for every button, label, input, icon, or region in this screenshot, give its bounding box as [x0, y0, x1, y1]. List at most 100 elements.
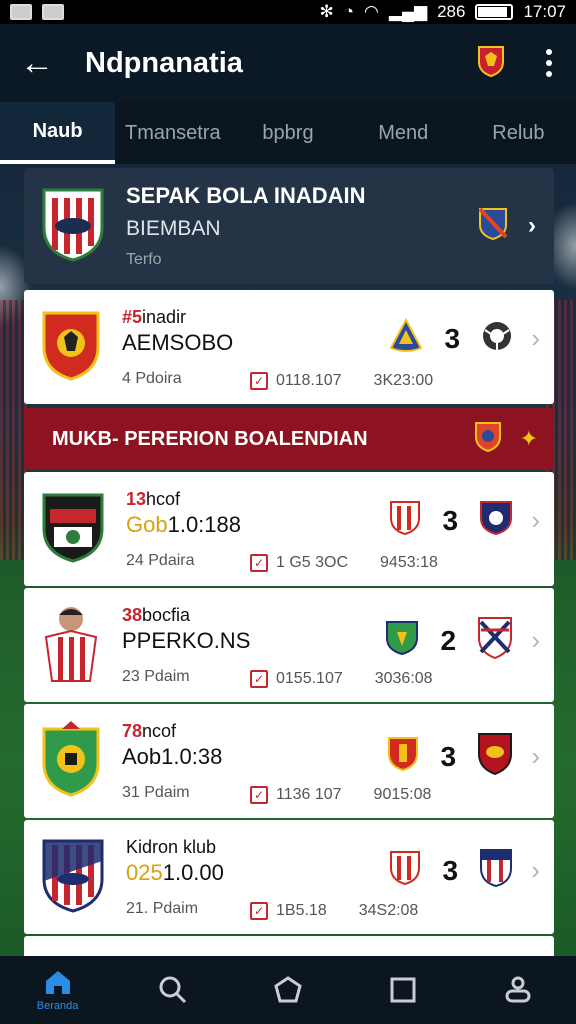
- league-season: Terfo: [126, 251, 162, 268]
- team-code: Gob: [126, 511, 168, 537]
- opponent-crest-icon: [389, 317, 423, 359]
- bluetooth-icon: ✻: [319, 2, 334, 21]
- team-stats: 1.0:188: [167, 511, 241, 537]
- tab-naub[interactable]: Naub: [0, 102, 116, 164]
- clock: 17:07: [523, 2, 566, 21]
- team-card[interactable]: [24, 936, 554, 956]
- nav-home-button[interactable]: [230, 956, 345, 1024]
- match-date: 0155.107: [276, 670, 343, 687]
- team-crest-icon: [40, 719, 102, 804]
- score: 3: [444, 322, 461, 354]
- standings-list[interactable]: SEPAK BOLA INADAIN BIEMBAN Terfo › #5ina…: [0, 164, 576, 956]
- opponent-crest-icon: [477, 616, 513, 665]
- team-crest-icon: [40, 309, 102, 386]
- team-stats: 1.0.00: [162, 859, 224, 885]
- opponent-crest-icon: [385, 620, 419, 661]
- match-date: 0118.107: [276, 372, 342, 389]
- opponent-crest-icon: [389, 850, 421, 891]
- search-icon: [159, 976, 186, 1004]
- home-icon: [45, 971, 70, 994]
- team-card[interactable]: 78ncof Aob1.0:38 31 Pdaim ✓ 1136 107 901…: [24, 704, 554, 818]
- team-rank-label: bocfia: [142, 604, 191, 625]
- opponent-crest-icon: [477, 732, 513, 781]
- nav-home[interactable]: Beranda: [0, 956, 115, 1024]
- tab-tmansetra[interactable]: Tmansetra: [115, 102, 230, 164]
- page-title: Ndpnanatia: [85, 46, 243, 79]
- match-date: 1 G5 3OC: [276, 554, 349, 571]
- battery-icon: [475, 4, 514, 20]
- score: 2: [440, 624, 457, 656]
- section-title: MUKB- PERERION BOALENDIAN: [52, 427, 368, 450]
- opponent-crest-icon: [479, 500, 513, 541]
- match-date: 1B5.18: [276, 902, 327, 919]
- hexagon-icon: [274, 976, 302, 1003]
- opponent-crest-icon: [389, 500, 421, 541]
- photo-icon: [42, 4, 64, 20]
- score: 3: [440, 740, 457, 772]
- wifi-icon: ◠: [364, 2, 379, 21]
- check-icon: ✓: [250, 902, 268, 920]
- league-subtitle: BIEMBAN: [126, 217, 221, 240]
- team-crest-icon: [40, 835, 106, 920]
- battery-text: 286: [437, 2, 466, 21]
- check-icon: ✓: [250, 670, 268, 688]
- team-rank: 13: [126, 488, 147, 509]
- chevron-right-icon[interactable]: ›: [531, 741, 540, 772]
- check-icon: ✓: [250, 786, 268, 804]
- bottom-navigation: Beranda: [0, 956, 576, 1024]
- profile-icon: [505, 976, 531, 1003]
- chevron-right-icon[interactable]: ›: [531, 855, 540, 886]
- opponent-crest-icon: [479, 848, 513, 893]
- nav-recents[interactable]: [346, 956, 461, 1024]
- signal-icon: ▂▄▆: [388, 2, 428, 21]
- match-time: 9015:08: [373, 786, 432, 803]
- shield-icon: [478, 207, 508, 246]
- section-crest-icon: [474, 421, 502, 458]
- status-bar: ✻ ◔ ◠ ▂▄▆ 286 17:07: [0, 0, 576, 24]
- team-rank-label: Kidron klub: [126, 836, 217, 857]
- team-rank: 78: [122, 720, 143, 741]
- team-card[interactable]: 13hcof Gob1.0:188 24 Pdaira ✓ 1 G5 3OC 9…: [24, 472, 554, 586]
- nav-search[interactable]: [115, 956, 230, 1024]
- chevron-right-icon[interactable]: ›: [531, 625, 540, 656]
- team-rank: #5: [122, 306, 143, 327]
- app-bar: ← Ndpnanatia: [0, 24, 576, 102]
- chevron-right-icon[interactable]: ›: [528, 212, 536, 240]
- tab-bar: Naub Tmansetra bpbrg Mend Relub: [0, 102, 576, 164]
- team-name: PPERKO.NS: [122, 627, 251, 653]
- gmail-icon: [10, 4, 32, 20]
- team-name: Aob1.0:38: [122, 743, 223, 769]
- league-header[interactable]: SEPAK BOLA INADAIN BIEMBAN Terfo ›: [24, 168, 554, 284]
- alarm-icon: ◔: [343, 2, 355, 21]
- more-options-icon[interactable]: [542, 49, 556, 77]
- square-icon: [390, 977, 416, 1003]
- team-rank-label: hcof: [146, 488, 181, 509]
- club-crest-icon[interactable]: [476, 44, 506, 83]
- player-avatar-icon: [40, 601, 102, 690]
- match-time: 9453:18: [380, 554, 438, 571]
- chevron-right-icon[interactable]: ›: [531, 505, 540, 536]
- team-card[interactable]: #5inadir AEMSOBO 4 Pdoira ✓ 0118.107 3K2…: [24, 290, 554, 404]
- match-time: 3036:08: [374, 670, 433, 687]
- check-icon: ✓: [250, 372, 268, 390]
- section-banner[interactable]: MUKB- PERERION BOALENDIAN ✦: [24, 408, 554, 470]
- back-arrow-icon[interactable]: ←: [20, 44, 60, 83]
- match-time: 3K23:00: [373, 372, 434, 389]
- team-rank-label: inadir: [142, 306, 187, 327]
- match-date: 1136 107: [276, 786, 342, 803]
- opponent-crest-icon: [387, 736, 419, 777]
- star-icon[interactable]: ✦: [520, 426, 538, 452]
- team-code: 025: [126, 859, 163, 885]
- league-crest-icon: [40, 184, 106, 269]
- chevron-right-icon[interactable]: ›: [531, 323, 540, 354]
- team-card[interactable]: 38bocfia PPERKO.NS 23 Pdaim ✓ 0155.107 3…: [24, 588, 554, 702]
- tab-bpbrg[interactable]: bpbrg: [230, 102, 345, 164]
- team-card[interactable]: Kidron klub 0251.0.00 21. Pdaim ✓ 1B5.18…: [24, 820, 554, 934]
- score: 3: [442, 504, 459, 536]
- match-time: 34S2:08: [358, 902, 419, 919]
- tab-mend[interactable]: Mend: [346, 102, 461, 164]
- nav-profile[interactable]: [461, 956, 576, 1024]
- tab-relub[interactable]: Relub: [461, 102, 576, 164]
- team-crest-icon: [40, 491, 106, 568]
- team-rank: 38: [122, 604, 143, 625]
